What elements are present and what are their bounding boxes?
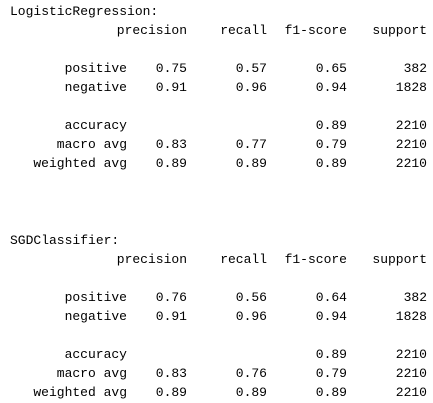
cell-negative-f1-score: 0.94 [315,80,347,95]
header-precision: precision [116,252,187,267]
header-precision: precision [116,23,187,38]
header-support: support [372,252,427,267]
cell-positive-precision: 0.75 [155,61,187,76]
cell-positive-f1-score: 0.64 [315,290,347,305]
cell-macro-avg-recall: 0.76 [235,366,267,381]
cell-macro-avg-support: 2210 [395,366,427,381]
cell-macro-avg-precision: 0.83 [155,366,187,381]
cell-weighted-avg-f1-score: 0.89 [315,385,347,400]
row-label-accuracy: accuracy [64,118,127,133]
cell-macro-avg-recall: 0.77 [235,137,267,152]
cell-accuracy-support: 2210 [395,347,427,362]
cell-weighted-avg-support: 2210 [395,156,427,171]
row-label-positive: positive [64,290,127,305]
cell-positive-precision: 0.76 [155,290,187,305]
row-label-negative: negative [64,80,127,95]
cell-positive-support: 382 [403,61,427,76]
cell-accuracy-support: 2210 [395,118,427,133]
cell-negative-recall: 0.96 [235,309,267,324]
cell-macro-avg-f1-score: 0.79 [315,137,347,152]
cell-positive-recall: 0.56 [235,290,267,305]
cell-positive-f1-score: 0.65 [315,61,347,76]
report-title: SGDClassifier: [10,233,120,248]
cell-weighted-avg-precision: 0.89 [155,156,187,171]
cell-accuracy-f1-score: 0.89 [315,118,347,133]
row-label-accuracy: accuracy [64,347,127,362]
cell-macro-avg-f1-score: 0.79 [315,366,347,381]
row-label-positive: positive [64,61,127,76]
cell-negative-recall: 0.96 [235,80,267,95]
cell-negative-f1-score: 0.94 [315,309,347,324]
cell-negative-precision: 0.91 [155,80,187,95]
cell-negative-support: 1828 [395,80,427,95]
row-label-weighted-avg: weighted avg [33,156,127,171]
header-support: support [372,23,427,38]
header-f1-score: f1-score [284,23,347,38]
row-label-macro-avg: macro avg [56,366,127,381]
cell-positive-recall: 0.57 [235,61,267,76]
cell-weighted-avg-f1-score: 0.89 [315,156,347,171]
report-title: LogisticRegression: [10,4,159,19]
cell-weighted-avg-recall: 0.89 [235,156,267,171]
cell-weighted-avg-recall: 0.89 [235,385,267,400]
row-label-negative: negative [64,309,127,324]
cell-negative-precision: 0.91 [155,309,187,324]
cell-weighted-avg-support: 2210 [395,385,427,400]
header-f1-score: f1-score [284,252,347,267]
row-label-weighted-avg: weighted avg [33,385,127,400]
cell-accuracy-f1-score: 0.89 [315,347,347,362]
header-recall: recall [220,23,267,38]
cell-macro-avg-support: 2210 [395,137,427,152]
cell-negative-support: 1828 [395,309,427,324]
cell-positive-support: 382 [403,290,427,305]
header-recall: recall [220,252,267,267]
cell-weighted-avg-precision: 0.89 [155,385,187,400]
cell-macro-avg-precision: 0.83 [155,137,187,152]
row-label-macro-avg: macro avg [56,137,127,152]
